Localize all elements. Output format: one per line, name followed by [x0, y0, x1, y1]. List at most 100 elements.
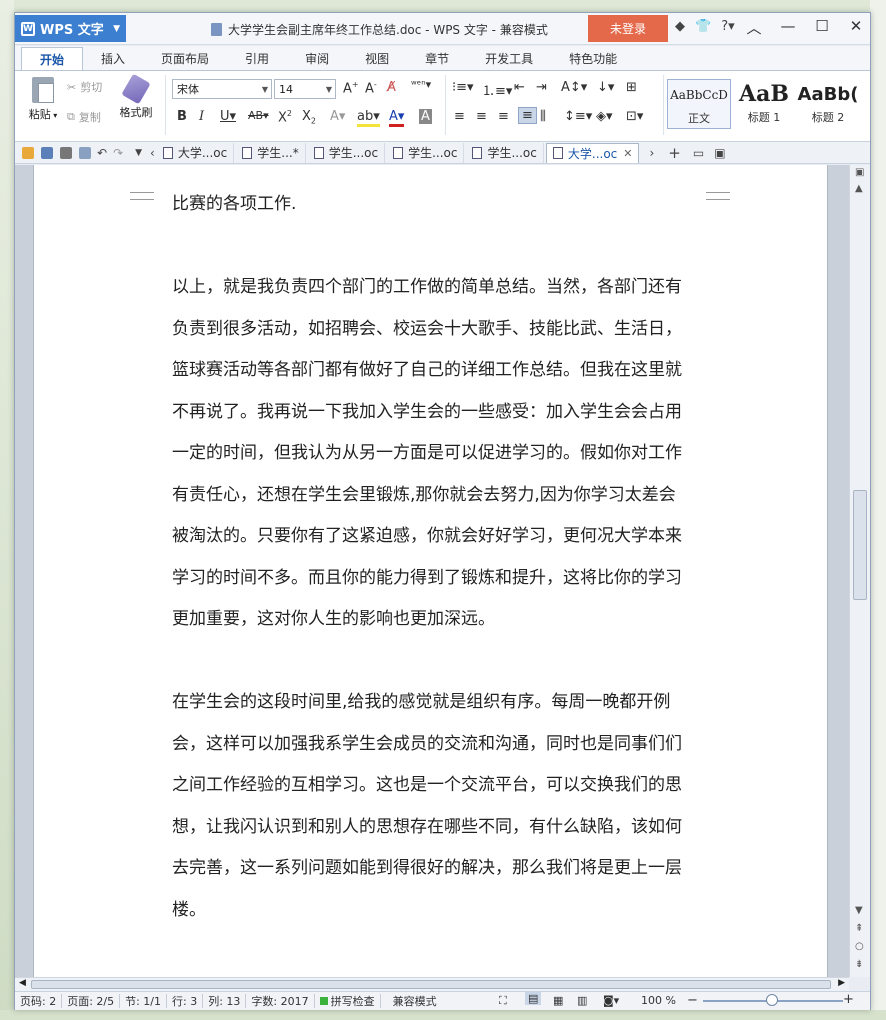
scrollbar-thumb[interactable] — [853, 490, 867, 600]
doc-tab[interactable]: 学生...* — [236, 142, 306, 163]
tab-list-icon[interactable]: ▭ — [693, 146, 704, 160]
zoom-slider-knob[interactable] — [766, 994, 778, 1006]
status-pages[interactable]: 页面: 2/5 — [62, 994, 121, 1008]
scrollbar-thumb[interactable] — [31, 980, 831, 989]
tab-scroll-left-icon[interactable]: ‹ — [150, 146, 155, 160]
minimize-icon[interactable]: — — [778, 17, 798, 38]
text-effect-icon[interactable]: A▾ — [330, 109, 345, 124]
page-view-icon[interactable]: ▤ — [525, 992, 542, 1005]
feedback-icon[interactable]: ◆ — [675, 19, 685, 34]
shading-icon[interactable]: ◈▾ — [596, 109, 613, 124]
redo-icon[interactable]: ↷ — [113, 146, 123, 160]
font-size-select[interactable]: 14 ▼ — [274, 79, 336, 99]
status-page-number[interactable]: 页码: 2 — [15, 994, 63, 1008]
wps-app-menu-button[interactable]: W WPS 文字 ▼ — [15, 15, 126, 42]
scroll-right-icon[interactable]: ▶ — [838, 978, 845, 988]
browse-object-icon[interactable]: ○ — [855, 941, 864, 952]
strikethrough-icon[interactable]: AB▾ — [248, 109, 269, 122]
style-heading2[interactable]: AaBb( 标题 2 — [797, 79, 859, 129]
increase-indent-icon[interactable]: ⇥ — [536, 80, 547, 95]
sort-icon[interactable]: ↓▾ — [597, 80, 614, 95]
copy-button[interactable]: ⧉ 复制 — [67, 109, 101, 125]
bullets-icon[interactable]: ⁝≡▾ — [452, 80, 474, 95]
doc-tab[interactable]: 学生...oc — [466, 142, 544, 163]
style-normal[interactable]: AaBbCcD 正文 — [667, 79, 731, 129]
horizontal-scrollbar[interactable]: ◀ ▶ — [15, 977, 849, 991]
undo-icon[interactable]: ↶ — [97, 146, 107, 160]
scroll-left-icon[interactable]: ◀ — [19, 978, 26, 988]
print-preview-icon[interactable] — [79, 146, 91, 159]
cut-button[interactable]: ✂ 剪切 — [67, 79, 102, 95]
grow-font-icon[interactable]: A+ — [343, 80, 359, 96]
align-right-icon[interactable]: ≡ — [498, 109, 509, 124]
close-tab-icon[interactable]: ✕ — [623, 147, 632, 160]
print-icon[interactable] — [60, 146, 72, 159]
split-icon[interactable]: ▣ — [855, 167, 864, 178]
tab-scroll-right-icon[interactable]: › — [649, 146, 654, 160]
clear-format-icon[interactable]: A̸ — [387, 80, 396, 95]
open-icon[interactable] — [22, 146, 34, 159]
zoom-out-icon[interactable]: − — [687, 993, 698, 1008]
status-word-count[interactable]: 字数: 2017 — [246, 994, 315, 1008]
reading-mode-icon[interactable]: ◙▾ — [603, 994, 619, 1007]
new-tab-icon[interactable]: + — [668, 144, 681, 162]
decrease-indent-icon[interactable]: ⇤ — [514, 80, 525, 95]
numbering-icon[interactable]: ⒈≡▾ — [482, 80, 512, 99]
fullscreen-view-icon[interactable]: ⛶ — [499, 994, 507, 1008]
underline-icon[interactable]: U▾ — [220, 109, 236, 124]
zoom-value[interactable]: 100 % — [641, 994, 676, 1007]
spell-check-toggle[interactable]: 拼写检查 — [315, 994, 381, 1008]
align-left-icon[interactable]: ≡ — [454, 109, 465, 124]
subscript-icon[interactable]: X2 — [302, 109, 316, 126]
tab-references[interactable]: 引用 — [227, 47, 287, 70]
customize-icon[interactable]: ▼ — [135, 148, 142, 158]
tab-special[interactable]: 特色功能 — [551, 47, 635, 70]
format-painter-button[interactable]: 格式刷 — [115, 73, 157, 120]
italic-icon[interactable]: I — [199, 109, 204, 124]
text-direction-icon[interactable]: A↕▾ — [561, 80, 587, 95]
tab-review[interactable]: 审阅 — [287, 47, 347, 70]
distribute-icon[interactable]: ⫼ — [540, 109, 546, 124]
align-center-icon[interactable]: ≡ — [476, 109, 487, 124]
save-icon[interactable] — [41, 146, 53, 159]
document-page[interactable]: 比赛的各项工作. 以上，就是我负责四个部门的工作做的简单总结。当然，各部门还有 … — [33, 165, 828, 977]
scroll-down-icon[interactable]: ▼ — [855, 905, 863, 916]
zoom-slider[interactable] — [703, 994, 843, 1006]
next-page-icon[interactable]: ⇟ — [855, 959, 863, 970]
collapse-ribbon-icon[interactable]: ︿ — [744, 17, 764, 38]
maximize-icon[interactable]: ☐ — [812, 17, 832, 38]
tab-insert[interactable]: 插入 — [83, 47, 143, 70]
phonetic-guide-icon[interactable]: ʷᵉⁿ▾ — [411, 78, 431, 91]
tab-chapter[interactable]: 章节 — [407, 47, 467, 70]
login-button[interactable]: 未登录 — [588, 15, 668, 42]
superscript-icon[interactable]: X2 — [278, 109, 292, 125]
tab-page-layout[interactable]: 页面布局 — [143, 47, 227, 70]
highlight-icon[interactable]: ab▾ — [357, 109, 380, 127]
font-color-icon[interactable]: A▾ — [389, 109, 405, 127]
outline-view-icon[interactable]: ▦ — [553, 994, 563, 1007]
tab-developer[interactable]: 开发工具 — [467, 47, 551, 70]
line-spacing-icon[interactable]: ↕≡▾ — [564, 109, 592, 124]
comment-icon[interactable]: ▣ — [714, 146, 725, 160]
close-icon[interactable]: ✕ — [846, 17, 866, 38]
font-name-select[interactable]: 宋体 ▼ — [172, 79, 272, 99]
table-icon[interactable]: ⊞ — [626, 80, 637, 95]
prev-page-icon[interactable]: ⇞ — [855, 923, 863, 934]
borders-icon[interactable]: ⊡▾ — [626, 109, 643, 124]
doc-tab[interactable]: 大学...oc — [157, 142, 235, 163]
tab-view[interactable]: 视图 — [347, 47, 407, 70]
doc-tab-active[interactable]: 大学...oc ✕ — [545, 142, 640, 163]
help-icon[interactable]: ?▾ — [721, 19, 734, 34]
tab-home[interactable]: 开始 — [21, 47, 84, 70]
skin-icon[interactable]: 👕 — [695, 19, 711, 34]
justify-icon[interactable]: ≡ — [518, 107, 537, 124]
style-heading1[interactable]: AaB 标题 1 — [733, 79, 795, 129]
bold-icon[interactable]: B — [177, 109, 187, 124]
zoom-in-icon[interactable]: + — [843, 992, 854, 1007]
paste-button[interactable]: 粘贴 ▾ — [25, 77, 61, 122]
shrink-font-icon[interactable]: A- — [365, 80, 377, 96]
web-view-icon[interactable]: ▥ — [577, 994, 587, 1007]
vertical-scrollbar[interactable]: ▣ ▲ ▼ ⇞ ○ ⇟ — [849, 165, 870, 977]
scroll-up-icon[interactable]: ▲ — [855, 183, 863, 194]
char-shading-icon[interactable]: A — [419, 109, 432, 124]
